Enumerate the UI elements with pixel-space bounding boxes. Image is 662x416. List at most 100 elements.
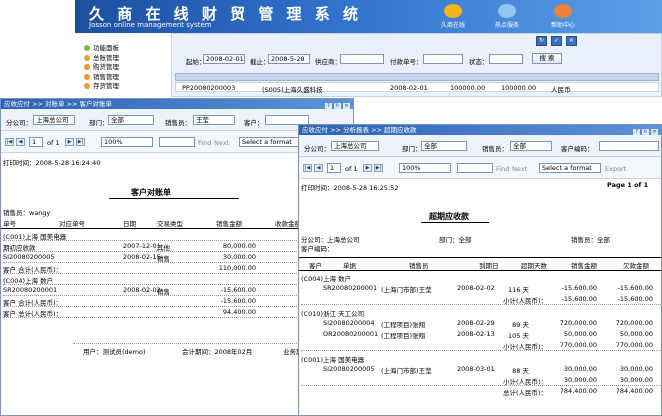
- footer-user: 用户：测试员(demo): [83, 348, 146, 356]
- next-page-icon[interactable]: ▶: [363, 164, 372, 172]
- zoom-select[interactable]: 100%: [101, 137, 153, 147]
- cell-0: SR20080200001: [323, 284, 378, 292]
- zoom-select[interactable]: 100%: [399, 163, 451, 173]
- page-info: Page 1 of 1: [607, 181, 649, 189]
- cell-1: (工程项目)张翔: [381, 321, 426, 329]
- end-date-input[interactable]: 2008-5-28: [268, 54, 310, 64]
- cell-owed-amount: 50,000.00: [619, 330, 653, 338]
- left-nav: 功能面板 总账管理 购货管理 销售管理 存货管理: [84, 44, 164, 100]
- export-link[interactable]: Export: [605, 165, 626, 173]
- subtotal-row: 小计(人民币)： 770,000.00 770,000.00: [301, 340, 661, 351]
- cell-c4: -15,600.00: [220, 297, 256, 305]
- overdue-rows: (C004)上海 数户 SR20080200001 (上海门市部)王莹 2008-02…: [301, 272, 661, 404]
- purchase-icon: [84, 64, 90, 70]
- cell-owed-amount: 720,000.00: [615, 319, 653, 327]
- nav-item-ledger[interactable]: 总账管理: [84, 54, 164, 64]
- cell-sales-amount: -15,600.00: [561, 284, 597, 292]
- print-time: 打印时间：2008-5-28 16:24:40: [3, 159, 101, 167]
- group-name: (C004)上海 数户: [301, 275, 352, 283]
- search-button[interactable]: 搜 索: [532, 53, 562, 64]
- payment-no-input[interactable]: [423, 54, 463, 64]
- help-center-link[interactable]: 帮助中心: [541, 4, 585, 31]
- header-underline: [299, 270, 661, 271]
- footer-period: 会计期间：2008年02月: [182, 348, 253, 356]
- cell-days: 89 天: [512, 321, 529, 329]
- cell-2: 2008-02-02: [457, 284, 495, 292]
- next-link[interactable]: Next: [512, 165, 527, 173]
- table-header: 客户 单据 销售员 到期日 超期天数 销售金额 欠款金额: [309, 262, 649, 270]
- cell-owed-amount: 30,000.00: [619, 365, 653, 373]
- supplier-input[interactable]: [340, 54, 384, 64]
- report-title: 客户对账单: [131, 188, 171, 197]
- payment-no-label: 付款单号：: [390, 58, 423, 66]
- first-page-icon[interactable]: |◀: [303, 164, 312, 172]
- last-page-icon[interactable]: ▶|: [374, 164, 383, 172]
- company-select[interactable]: 上海总公司: [33, 115, 75, 125]
- status-label: 状态：: [469, 58, 489, 66]
- page-number-input[interactable]: 1: [327, 163, 341, 173]
- salesman-select[interactable]: 王莹: [193, 115, 235, 125]
- sales-icon: [84, 73, 90, 80]
- cell-0: SI20080200004: [323, 319, 375, 327]
- cell-1: (上海门市部)王莹: [381, 367, 432, 375]
- window-title-bar: 应收应付 >> 分析报表 >> 超期应收款? ↻ ✕: [299, 125, 661, 136]
- cell-days: 116 天: [508, 286, 529, 294]
- hot-service-link[interactable]: 热点服务: [485, 4, 529, 31]
- find-link[interactable]: Find: [198, 139, 211, 147]
- cell-c4: 94,400.00: [222, 308, 256, 316]
- format-select[interactable]: Select a format: [239, 137, 301, 147]
- last-page-icon[interactable]: ▶|: [76, 138, 85, 146]
- nav-item-sales[interactable]: 销售管理: [84, 73, 164, 83]
- total-label: 总计(人民币)：: [503, 389, 548, 397]
- cell-1: (上海门市部)王莹: [381, 286, 432, 294]
- prev-page-icon[interactable]: ◀: [314, 164, 323, 172]
- subtotal-row: 小计(人民币)： -15,600.00 -15,600.00: [301, 294, 661, 305]
- subtotal-sales: 770,000.00: [559, 341, 597, 349]
- jsonline-icon: [444, 4, 462, 18]
- next-link[interactable]: Next: [214, 139, 229, 147]
- customer-code-input[interactable]: [599, 141, 659, 151]
- dept-select[interactable]: 全部: [421, 141, 467, 151]
- cell-0: SI20080200005: [323, 365, 375, 373]
- total-owed: 784,400.00: [615, 387, 653, 395]
- cell-c2: 2007-12-01: [123, 242, 161, 250]
- window-title-bar: 应收应付 >> 对账单 >> 客户对账单? ↻ ✕: [1, 99, 353, 110]
- dashboard-icon: [84, 45, 90, 51]
- prev-page-icon[interactable]: ◀: [16, 138, 25, 146]
- salesman-info: 销售员：wangy: [3, 209, 51, 217]
- total-sales: 784,400.00: [559, 387, 597, 395]
- confirm-icon[interactable]: ✓: [551, 36, 562, 46]
- format-select[interactable]: Select a format: [539, 163, 601, 173]
- cell-0: OR20080200001: [323, 330, 379, 338]
- refresh-icon[interactable]: ↻: [536, 36, 547, 46]
- jsonline-link[interactable]: 久商在线: [431, 4, 475, 31]
- cell-sales-amount: 30,000.00: [563, 365, 597, 373]
- subtotal-sales: 30,000.00: [563, 376, 597, 384]
- first-page-icon[interactable]: |◀: [5, 138, 14, 146]
- results-header: [175, 73, 659, 81]
- group-header: (C010)浙江 天工公司: [301, 307, 661, 318]
- find-input[interactable]: [457, 163, 493, 173]
- cell-c4: 30,000.00: [222, 253, 256, 261]
- group-header: (C001)上海 国美电器: [301, 353, 661, 364]
- nav-item-dashboard[interactable]: 功能面板: [84, 44, 164, 54]
- subtotal-row: 小计(人民币)： 30,000.00 30,000.00: [301, 375, 661, 386]
- cell-c2: 2008-02-02: [123, 286, 161, 294]
- dept-select[interactable]: 全部: [108, 115, 154, 125]
- cell-sales-amount: 720,000.00: [559, 319, 597, 327]
- close-icon[interactable]: ✕: [566, 36, 577, 46]
- nav-item-inventory[interactable]: 存货管理: [84, 82, 164, 92]
- app-subtitle: Josson online management system: [89, 21, 212, 29]
- next-page-icon[interactable]: ▶: [65, 138, 74, 146]
- find-input[interactable]: [159, 137, 195, 147]
- salesman-select[interactable]: 全部: [510, 141, 552, 151]
- status-select[interactable]: [489, 54, 523, 64]
- find-link[interactable]: Find: [496, 165, 509, 173]
- nav-item-purchase[interactable]: 购货管理: [84, 63, 164, 73]
- company-select[interactable]: 上海总公司: [331, 141, 379, 151]
- start-date-input[interactable]: 2008-02-01: [203, 54, 245, 64]
- result-row[interactable]: PP20080200003 (S005)上海久盛科技 2008-02-01 10…: [175, 82, 659, 94]
- page-number-input[interactable]: 1: [29, 137, 43, 147]
- code-info: 客户编码：: [301, 245, 334, 253]
- supplier-label: 供应商：: [315, 58, 341, 66]
